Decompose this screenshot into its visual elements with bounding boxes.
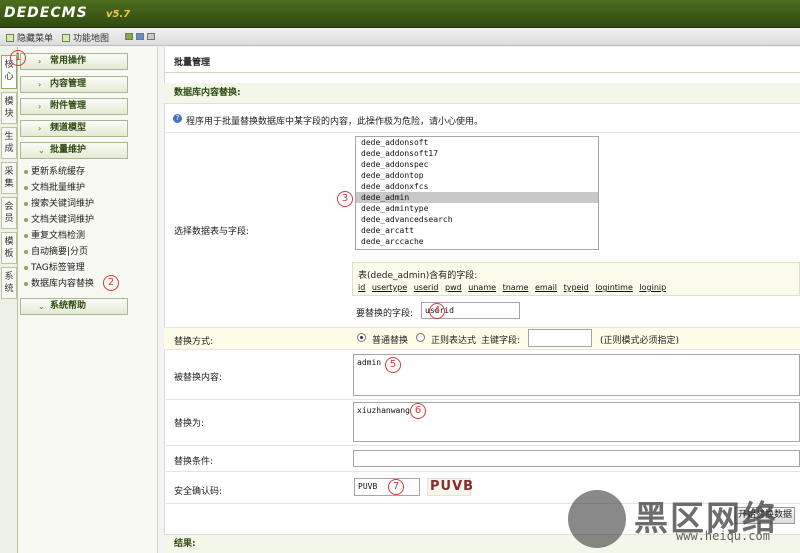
fields-list: id usertype userid pwd uname tname email…: [358, 283, 670, 292]
field-link[interactable]: id: [358, 283, 365, 292]
mode-regex-radio[interactable]: [416, 333, 425, 342]
table-option-selected[interactable]: dede_admin: [356, 192, 598, 203]
map-icon: [62, 33, 70, 42]
find-textarea[interactable]: admin: [353, 354, 800, 396]
logo: DEDECMS: [4, 5, 88, 21]
menu-item-update-cache[interactable]: 更新系统缓存: [23, 166, 85, 178]
notice-text: 程序用于批量替换数据库中某字段的内容，此操作极为危险，请小心使用。: [186, 117, 484, 127]
field-link[interactable]: typeid: [564, 283, 589, 292]
replace-label: 替换为:: [174, 419, 205, 429]
annotation-badge-3: 3: [337, 191, 353, 207]
watermark-logo-icon: [568, 490, 626, 548]
watermark-url: www.heiqu.com: [676, 529, 770, 543]
captcha-input[interactable]: PUVB: [354, 478, 420, 496]
annotation-badge-1: 1: [10, 50, 26, 66]
watermark: 黑区网络 www.heiqu.com: [566, 487, 800, 553]
skin-gray-swatch[interactable]: [147, 33, 155, 40]
chevron-right-icon: ›: [38, 57, 42, 66]
field-link[interactable]: tname: [503, 283, 529, 292]
menu-icon: [6, 33, 14, 42]
vertical-tabs: 核心 模块 生成 采集 会员 模板 系统: [0, 47, 18, 553]
menu-item-search-keywords[interactable]: 搜索关键词维护: [23, 198, 94, 210]
table-option[interactable]: dede_advancedsearch: [356, 214, 598, 225]
key-field-label: 主键字段:: [481, 336, 521, 346]
mode-label: 替换方式:: [174, 337, 214, 347]
table-option[interactable]: dede_addonsoft: [356, 137, 598, 148]
field-link[interactable]: loginip: [639, 283, 666, 292]
captcha-label: 安全确认码:: [174, 487, 223, 497]
toolbar: 隐藏菜单 功能地图: [0, 28, 800, 46]
annotation-badge-6: 6: [410, 403, 426, 419]
field-link[interactable]: pwd: [445, 283, 462, 292]
table-option[interactable]: dede_addonxfcs: [356, 181, 598, 192]
fields-title: 表(dede_admin)含有的字段:: [358, 271, 478, 281]
annotation-badge-4: 4: [429, 303, 445, 319]
menu-category-batch[interactable]: ⌄ 批量维护: [20, 142, 128, 159]
field-label: 要替换的字段:: [356, 309, 414, 319]
vtab-system[interactable]: 系统: [1, 267, 17, 299]
hide-menu-button[interactable]: 隐藏菜单: [6, 31, 53, 44]
vtab-member[interactable]: 会员: [1, 197, 17, 229]
chevron-down-icon: ⌄: [38, 302, 45, 311]
regex-hint: (正则模式必须指定): [600, 336, 680, 346]
menu-item-auto-summary[interactable]: 自动摘要|分页: [23, 246, 88, 258]
field-link[interactable]: uname: [468, 283, 496, 292]
field-link[interactable]: usertype: [372, 283, 407, 292]
annotation-badge-5: 5: [385, 357, 401, 373]
notice-row: ? 程序用于批量替换数据库中某字段的内容，此操作极为危险，请小心使用。: [164, 107, 800, 133]
menu-category-help[interactable]: ⌄ 系统帮助: [20, 298, 128, 315]
field-link[interactable]: logintime: [595, 283, 633, 292]
vtab-generate[interactable]: 生成: [1, 127, 17, 159]
table-option[interactable]: dede_addonspec: [356, 159, 598, 170]
vtab-template[interactable]: 模板: [1, 232, 17, 264]
annotation-badge-2: 2: [103, 275, 119, 291]
select-table-label: 选择数据表与字段:: [174, 227, 250, 237]
menu-item-batch-docs[interactable]: 文档批量维护: [23, 182, 85, 194]
table-option[interactable]: dede_arccache: [356, 236, 598, 247]
table-option[interactable]: dede_addonsoft17: [356, 148, 598, 159]
skin-blue-swatch[interactable]: [136, 33, 144, 40]
info-icon: ?: [173, 114, 182, 123]
page-title: 批量管理: [164, 53, 800, 73]
vtab-collect[interactable]: 采集: [1, 162, 17, 194]
chevron-right-icon: ›: [38, 102, 42, 111]
site-map-button[interactable]: 功能地图: [62, 31, 109, 44]
menu-item-tag-manage[interactable]: TAG标签管理: [24, 262, 85, 274]
mode-regex-label: 正则表达式: [431, 336, 477, 346]
chevron-down-icon: ⌄: [38, 146, 45, 155]
skin-green-swatch[interactable]: [125, 33, 133, 40]
menu-category-content[interactable]: › 内容管理: [20, 76, 128, 93]
menu-category-common[interactable]: › 常用操作: [20, 53, 128, 70]
field-link[interactable]: email: [535, 283, 557, 292]
captcha-image-text: PUVB: [430, 479, 475, 494]
find-label: 被替换内容:: [174, 373, 223, 383]
field-link[interactable]: userid: [414, 283, 439, 292]
key-field-input[interactable]: [528, 329, 592, 347]
annotation-badge-7: 7: [388, 479, 404, 495]
section-title: 数据库内容替换:: [164, 83, 800, 104]
mode-normal-label: 普通替换: [372, 336, 409, 346]
condition-input[interactable]: [353, 450, 800, 467]
menu-item-doc-keywords[interactable]: 文档关键词维护: [23, 214, 94, 226]
captcha-image[interactable]: PUVB: [427, 478, 475, 496]
menu-item-db-replace[interactable]: 数据库内容替换: [23, 278, 94, 290]
top-banner: DEDECMS v5.7: [0, 0, 800, 28]
chevron-right-icon: ›: [38, 80, 42, 89]
menu-category-attachment[interactable]: › 附件管理: [20, 98, 128, 115]
table-option[interactable]: dede_admintype: [356, 203, 598, 214]
table-option[interactable]: dede_addontop: [356, 170, 598, 181]
vtab-module[interactable]: 模块: [1, 92, 17, 124]
version-label: v5.7: [106, 9, 131, 20]
condition-label: 替换条件:: [174, 457, 214, 467]
mode-normal-radio[interactable]: [357, 333, 366, 342]
menu-item-duplicate-check[interactable]: 重复文档检测: [23, 230, 85, 242]
chevron-right-icon: ›: [38, 124, 42, 133]
fields-box: 表(dede_admin)含有的字段: id usertype userid p…: [352, 262, 800, 296]
menu-category-channel[interactable]: › 频道模型: [20, 120, 128, 137]
table-option[interactable]: dede_arcatt: [356, 225, 598, 236]
table-listbox[interactable]: dede_addonsoft dede_addonsoft17 dede_add…: [355, 136, 599, 250]
